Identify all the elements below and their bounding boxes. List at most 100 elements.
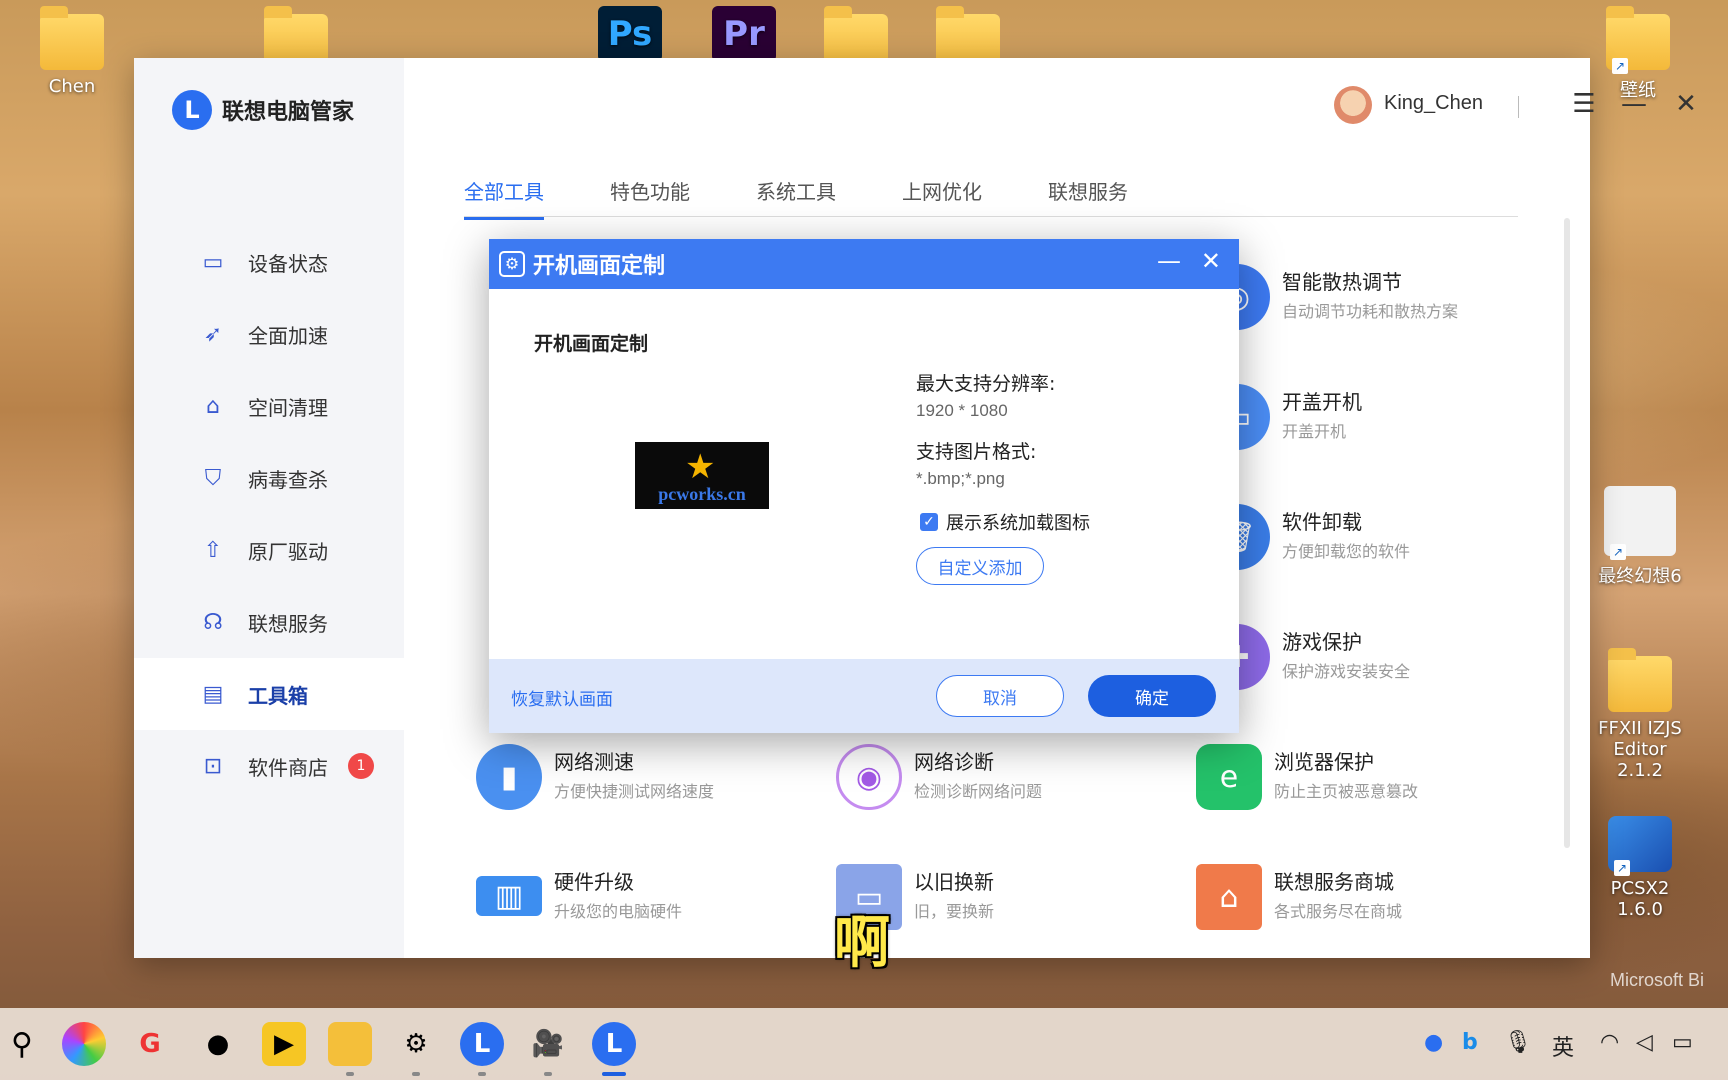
boot-screen-dialog: ⚙ 开机画面定制 — ✕ 开机画面定制 ★ pcworks.cn 最大支持分辨率… — [489, 239, 1239, 733]
tool-name: 软件卸载 — [1282, 510, 1362, 534]
headset-icon: ☊ — [203, 609, 223, 635]
taskbar-app-colorwheel[interactable] — [62, 1022, 106, 1066]
tool-service-mall[interactable]: ⌂ 联想服务商城 各式服务尽在商城 — [1196, 858, 1536, 938]
premiere-icon: Pr — [712, 6, 776, 62]
menu-button[interactable]: ☰ — [1564, 84, 1604, 124]
boot-image-preview[interactable]: ★ pcworks.cn — [635, 442, 769, 509]
tool-desc: 方便卸载您的软件 — [1282, 542, 1411, 561]
tool-name: 联想服务商城 — [1274, 870, 1394, 894]
taskbar-app-red-g[interactable]: G — [128, 1022, 172, 1066]
taskbar-app-lenovo-active[interactable]: L — [592, 1022, 636, 1076]
tool-name: 硬件升级 — [554, 870, 634, 894]
avatar[interactable] — [1334, 86, 1372, 124]
tray-battery-icon[interactable]: ▭ — [1672, 1030, 1693, 1055]
sidebar-item-service[interactable]: ☊ 联想服务 — [134, 586, 404, 658]
cancel-button[interactable]: 取消 — [936, 675, 1064, 717]
tabs-divider — [464, 216, 1518, 217]
sidebar-item-drivers[interactable]: ⇧ 原厂驱动 — [134, 514, 404, 586]
taskbar-app-gear[interactable]: ⚙ — [394, 1022, 438, 1076]
player-icon: ▶ — [274, 1029, 294, 1059]
tool-net-diagnose[interactable]: ◉ 网络诊断 检测诊断网络问题 — [836, 738, 1176, 818]
sidebar-item-label: 工具箱 — [248, 683, 308, 708]
custom-add-button[interactable]: 自定义添加 — [916, 547, 1044, 585]
checkbox-checked-icon[interactable]: ✓ — [920, 513, 938, 531]
scrollbar[interactable] — [1564, 218, 1570, 848]
dialog-footer: 恢复默认画面 取消 确定 — [489, 659, 1239, 733]
lenovo-logo-icon: L — [605, 1029, 623, 1059]
tool-smart-cooling[interactable]: ◎ 智能散热调节 自动调节功耗和散热方案 — [1204, 258, 1544, 338]
desktop-icon-label: 最终幻想6 — [1598, 566, 1682, 587]
shop-icon: ⌂ — [1196, 864, 1262, 930]
minimize-icon: — — [1621, 89, 1647, 119]
sidebar-item-label: 联想服务 — [248, 611, 328, 636]
taskbar-app-explorer[interactable] — [328, 1022, 372, 1076]
desktop-icon-chen[interactable]: Chen — [22, 6, 122, 97]
signal-icon: ◉ — [836, 744, 902, 810]
tray-wifi-icon[interactable]: ◠ — [1600, 1030, 1619, 1055]
taskbar-app-player[interactable]: ▶ — [262, 1022, 306, 1066]
tab-network[interactable]: 上网优化 — [902, 176, 982, 220]
search-button[interactable]: ⚲ — [0, 1022, 44, 1066]
dialog-close-button[interactable]: ✕ — [1201, 247, 1221, 275]
desktop-icon-pcsx2[interactable]: ↗ PCSX2 1.6.0 — [1590, 816, 1690, 920]
sidebar-item-speedup[interactable]: ➶ 全面加速 — [134, 298, 404, 370]
tool-desc: 升级您的电脑硬件 — [554, 902, 683, 921]
tool-desc: 各式服务尽在商城 — [1274, 902, 1403, 921]
shortcut-arrow-icon: ↗ — [1612, 58, 1628, 74]
tab-system-tools[interactable]: 系统工具 — [756, 176, 836, 220]
ok-button[interactable]: 确定 — [1088, 675, 1216, 717]
tray-bing-icon[interactable]: b — [1462, 1030, 1478, 1055]
tool-name: 开盖开机 — [1282, 390, 1362, 414]
tray-volume-icon[interactable]: ◁ — [1636, 1030, 1653, 1055]
tool-desc: 开盖开机 — [1282, 422, 1347, 441]
taskbar-app-camera[interactable]: 🎥 — [526, 1022, 570, 1076]
sidebar-item-antivirus[interactable]: ⛉ 病毒查杀 — [134, 442, 404, 514]
max-resolution-value: 1920 * 1080 — [916, 401, 1008, 420]
tray-microphone-icon[interactable]: 🎙 — [1504, 1030, 1532, 1055]
hamburger-icon: ☰ — [1572, 89, 1596, 119]
max-resolution-label: 最大支持分辨率: — [916, 373, 1056, 395]
tool-name: 网络诊断 — [914, 750, 994, 774]
taskbar-app-lenovo[interactable]: L — [460, 1022, 504, 1076]
window-topbar: King_Chen ☰ — ✕ — [404, 58, 1697, 158]
minimize-button[interactable]: — — [1614, 84, 1654, 124]
tray-ime-indicator[interactable]: 英 — [1552, 1030, 1574, 1062]
sidebar-item-device-status[interactable]: ▭ 设备状态 — [134, 226, 404, 298]
sidebar-item-toolbox[interactable]: ▤ 工具箱 — [134, 658, 404, 730]
tool-hardware-upgrade[interactable]: ▥ 硬件升级 升级您的电脑硬件 — [476, 858, 816, 938]
tray-lenovo-icon[interactable]: ● — [1424, 1030, 1443, 1055]
tool-name: 网络测速 — [554, 750, 634, 774]
desktop-icon-ffxii-editor[interactable]: FFXII IZJS Editor 2.1.2 — [1590, 648, 1690, 781]
broom-icon: ⌂ — [206, 393, 220, 419]
video-camera-icon: 🎥 — [531, 1029, 565, 1059]
tab-all-tools[interactable]: 全部工具 — [464, 176, 544, 220]
shortcut-arrow-icon: ↗ — [1610, 544, 1626, 560]
dialog-minimize-button[interactable]: — — [1157, 247, 1181, 275]
penguin-icon: ● — [206, 1029, 230, 1059]
show-loading-icon-option[interactable]: ✓ 展示系统加载图标 — [920, 509, 1090, 535]
restore-default-link[interactable]: 恢复默认画面 — [511, 685, 613, 710]
rocket-icon: ➶ — [203, 321, 223, 347]
store-icon: ⊡ — [203, 753, 223, 779]
tool-uninstall[interactable]: 🗑 软件卸载 方便卸载您的软件 — [1204, 498, 1544, 578]
tool-browser-protect[interactable]: e 浏览器保护 防止主页被恶意篡改 — [1196, 738, 1536, 818]
tool-lid-open-boot[interactable]: ▭ 开盖开机 开盖开机 — [1204, 378, 1544, 458]
sidebar-item-cleanup[interactable]: ⌂ 空间清理 — [134, 370, 404, 442]
video-caption: 啊 — [834, 911, 890, 976]
ff6-icon: ↗ — [1604, 486, 1676, 560]
taskbar-app-qq[interactable]: ● — [196, 1022, 240, 1066]
os-watermark: Microsoft Bi — [1610, 970, 1705, 990]
folder-icon — [1608, 648, 1672, 712]
dialog-title: 开机画面定制 — [533, 254, 666, 279]
tab-features[interactable]: 特色功能 — [610, 176, 690, 220]
username[interactable]: King_Chen — [1384, 92, 1483, 115]
desktop-icon-ff6[interactable]: ↗ 最终幻想6 — [1590, 486, 1690, 588]
close-icon: ✕ — [1675, 89, 1697, 119]
sidebar-item-software-store[interactable]: ⊡ 软件商店 1 — [134, 730, 404, 802]
close-button[interactable]: ✕ — [1666, 84, 1706, 124]
tool-game-protect[interactable]: ✚ 游戏保护 保护游戏安装安全 — [1204, 618, 1544, 698]
tab-lenovo-service[interactable]: 联想服务 — [1048, 176, 1128, 220]
sidebar: L 联想电脑管家 ▭ 设备状态 ➶ 全面加速 ⌂ 空间清理 ⛉ 病毒查杀 ⇧ 原… — [134, 58, 404, 958]
tool-speed-test[interactable]: ▮ 网络测速 方便快捷测试网络速度 — [476, 738, 816, 818]
sidebar-item-label: 空间清理 — [248, 395, 328, 420]
